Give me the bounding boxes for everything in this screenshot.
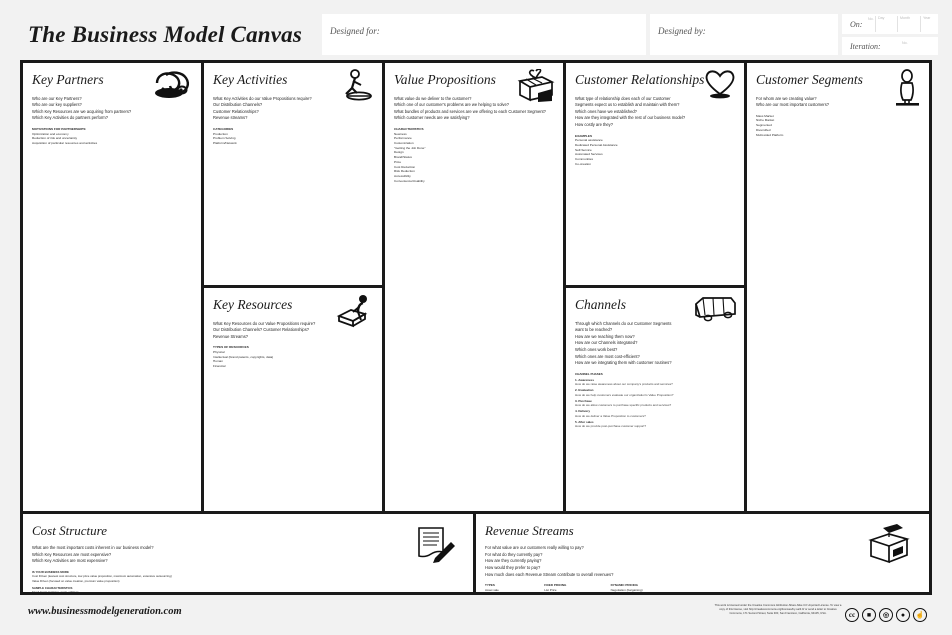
block-sublist: TYPES OF RESOURCES Physical Intellectual… — [213, 345, 274, 369]
business-model-canvas-page: The Business Model Canvas Designed for: … — [0, 0, 952, 635]
chain-links-icon — [155, 71, 189, 98]
year-label: Year — [923, 16, 931, 20]
fixed-pricing-column: FIXED PRICING List Price Product feature… — [544, 583, 567, 592]
block-title: Revenue Streams — [485, 523, 574, 538]
block-questions: For what value are our customers really … — [485, 545, 614, 577]
block-sublist: IS YOUR BUSINESS MORE Cost Driven (leane… — [32, 569, 172, 592]
month-cell[interactable]: Month — [897, 16, 921, 32]
designed-for-field[interactable]: Designed for: — [322, 14, 646, 55]
block-sublist: CATEGORIES Production Problem Solving Pl… — [213, 127, 237, 146]
block-title: Cost Structure — [32, 523, 107, 538]
iteration-label: Iteration: — [850, 42, 881, 51]
block-key-partners[interactable]: Key Partners Who are our Key Partners? W… — [23, 63, 201, 511]
cash-register-icon — [868, 524, 910, 564]
pallet-jack-icon — [336, 295, 368, 328]
block-key-resources[interactable]: Key Resources What Key Resources do our … — [204, 288, 382, 511]
block-channels[interactable]: Channels Through which Channels do our C… — [566, 288, 744, 511]
day-label: Day — [878, 16, 885, 20]
revenue-sublists: TYPES Asset sale Usage fee Subscription … — [485, 583, 920, 592]
cc-attribution-icon: ☝ — [913, 608, 927, 622]
no-label: No. — [868, 17, 874, 21]
invoice-pen-icon — [418, 527, 455, 563]
on-label: On: — [850, 20, 863, 29]
canvas-header: The Business Model Canvas Designed for: … — [0, 0, 952, 57]
gift-box-icon — [517, 69, 555, 102]
person-icon — [896, 69, 919, 106]
on-date-field[interactable]: On: No. Day Month Year — [842, 14, 938, 34]
delivery-truck-icon — [695, 297, 736, 322]
channel-phases: CHANNEL PHASES 1. Awareness How do we ra… — [575, 371, 674, 429]
revenue-types-column: TYPES Asset sale Usage fee Subscription … — [485, 583, 499, 592]
block-sublist: EXAMPLES Personal assistance Dedicated P… — [575, 133, 618, 166]
dynamic-pricing-column: DYNAMIC PRICING Negotiation (bargaining)… — [610, 583, 643, 592]
block-sublist: Mass Market Niche Market Segmented Diver… — [756, 113, 784, 137]
block-questions: Through which Channels do our Customer S… — [575, 320, 672, 366]
heart-icon — [705, 70, 735, 99]
block-questions: What are the most important costs inhere… — [32, 545, 154, 564]
block-sublist: CHARACTERISTICS Newness Performance Cust… — [394, 127, 426, 183]
designed-by-field[interactable]: Designed by: — [650, 14, 838, 55]
block-cost-structure[interactable]: Cost Structure What are the most importa… — [23, 514, 473, 592]
footer-website-url[interactable]: www.businessmodelgeneration.com — [28, 606, 182, 617]
cc-by-icon: ■ — [862, 608, 876, 622]
cc-sa-icon: ● — [896, 608, 910, 622]
designed-for-label: Designed for: — [330, 26, 380, 36]
license-text: This work is licensed under the Creative… — [714, 604, 842, 616]
iteration-field[interactable]: Iteration: No. — [842, 37, 938, 55]
page-title: The Business Model Canvas — [28, 22, 303, 47]
block-value-propositions[interactable]: Value Propositions What value do we deli… — [385, 63, 563, 511]
year-cell[interactable]: Year — [920, 16, 939, 32]
designed-by-label: Designed by: — [658, 26, 706, 36]
creative-commons-badges: cc ■ ◎ ● ☝ — [845, 608, 927, 622]
block-customer-segments[interactable]: Customer Segments For whom are we creati… — [747, 63, 929, 511]
cc-icon: cc — [845, 608, 859, 622]
block-revenue-streams[interactable]: Revenue Streams For what value are our c… — [476, 514, 929, 592]
worker-icon — [345, 69, 372, 101]
block-questions: What type of relationship does each of o… — [575, 95, 686, 128]
iteration-no-label: No. — [902, 41, 908, 45]
canvas-grid: Key Partners Who are our Key Partners? W… — [20, 60, 932, 595]
block-key-activities[interactable]: Key Activities What Key Activities do ou… — [204, 63, 382, 285]
day-cell[interactable]: Day — [875, 16, 898, 32]
cc-copyleft-icon: ◎ — [879, 608, 893, 622]
block-sublist: MOTIVATIONS FOR PARTNERSHIPS: Optimizati… — [32, 127, 98, 146]
block-customer-relationships[interactable]: Customer Relationships What type of rela… — [566, 63, 744, 285]
month-label: Month — [900, 16, 910, 20]
